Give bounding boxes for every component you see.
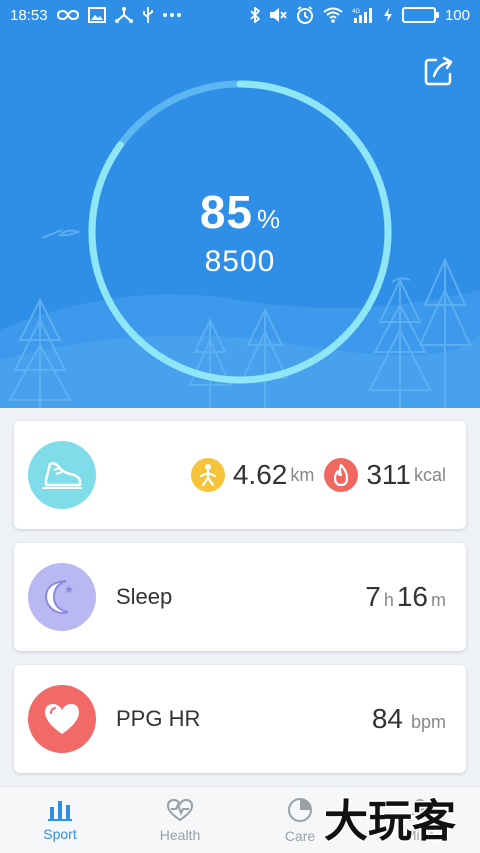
battery-level: 100 (444, 6, 470, 24)
share-icon (424, 56, 453, 86)
calories-unit: kcal (413, 464, 446, 485)
sleep-duration: 7 h 16 m (365, 581, 446, 613)
moon-icon (28, 563, 96, 631)
tab-health-label: Health (159, 826, 201, 843)
shoe-icon (28, 441, 96, 509)
sleep-minutes: 16 (396, 581, 428, 612)
distance-stat: 4.62 km (190, 458, 315, 492)
heart-rate-label: PPG HR (116, 706, 201, 731)
wifi-icon (323, 6, 343, 24)
battery-icon (401, 7, 439, 23)
activity-stats: 4.62 km 311 kcal (190, 458, 446, 492)
image-icon (87, 6, 106, 24)
more-dots-icon (162, 6, 181, 24)
progress-percent: 85 (199, 186, 254, 238)
bluetooth-icon (250, 6, 260, 24)
activity-card[interactable]: 4.62 km 311 kcal (14, 421, 466, 529)
bar-chart-icon (48, 800, 72, 821)
progress-readout: 85 % 8500 (140, 185, 340, 279)
sleep-label: Sleep (116, 584, 173, 609)
flame-icon (324, 458, 359, 492)
distance-unit: km (290, 464, 315, 485)
tab-sport[interactable]: Sport (0, 787, 120, 853)
share-button[interactable] (420, 52, 458, 90)
pie-chart-icon (288, 797, 312, 822)
distance-value: 4.62 (232, 459, 288, 490)
status-time: 18:53 (10, 6, 48, 24)
calories-stat: 311 kcal (324, 458, 446, 492)
mute-icon (269, 6, 287, 24)
svg-text:4G: 4G (352, 9, 360, 15)
charging-icon (383, 6, 393, 24)
heart-icon (28, 685, 96, 753)
walking-person-icon (190, 458, 225, 492)
share-nodes-icon (114, 6, 133, 24)
usb-icon (142, 6, 154, 24)
tab-sport-label: Sport (43, 825, 77, 842)
sleep-hours: 7 (365, 581, 381, 612)
tab-health[interactable]: Health (120, 787, 240, 853)
heart-rate-reading: 84 bpm (372, 703, 446, 735)
signal-4g-icon: 4G (352, 6, 374, 24)
heart-pulse-icon (166, 798, 194, 821)
sleep-card[interactable]: Sleep 7 h 16 m (14, 543, 466, 651)
svg-text:大玩客: 大玩客 (324, 796, 456, 847)
tab-care-label: Care (284, 827, 316, 844)
heart-rate-value: 84 (371, 703, 403, 734)
hero-panel: 85 % 8500 (0, 0, 480, 408)
infinity-icon (56, 6, 79, 24)
heart-rate-card[interactable]: PPG HR 84 bpm (14, 665, 466, 773)
sleep-hours-unit: h (383, 590, 394, 610)
status-bar: 18:53 4G 100 (0, 0, 480, 30)
heart-rate-unit: bpm (410, 712, 446, 732)
alarm-icon (296, 6, 314, 24)
step-count: 8500 (204, 245, 276, 278)
watermark-logo: 大玩客 (323, 795, 458, 849)
calories-value: 311 (366, 459, 411, 490)
progress-percent-sign: % (257, 204, 281, 234)
sleep-minutes-unit: m (431, 590, 446, 610)
